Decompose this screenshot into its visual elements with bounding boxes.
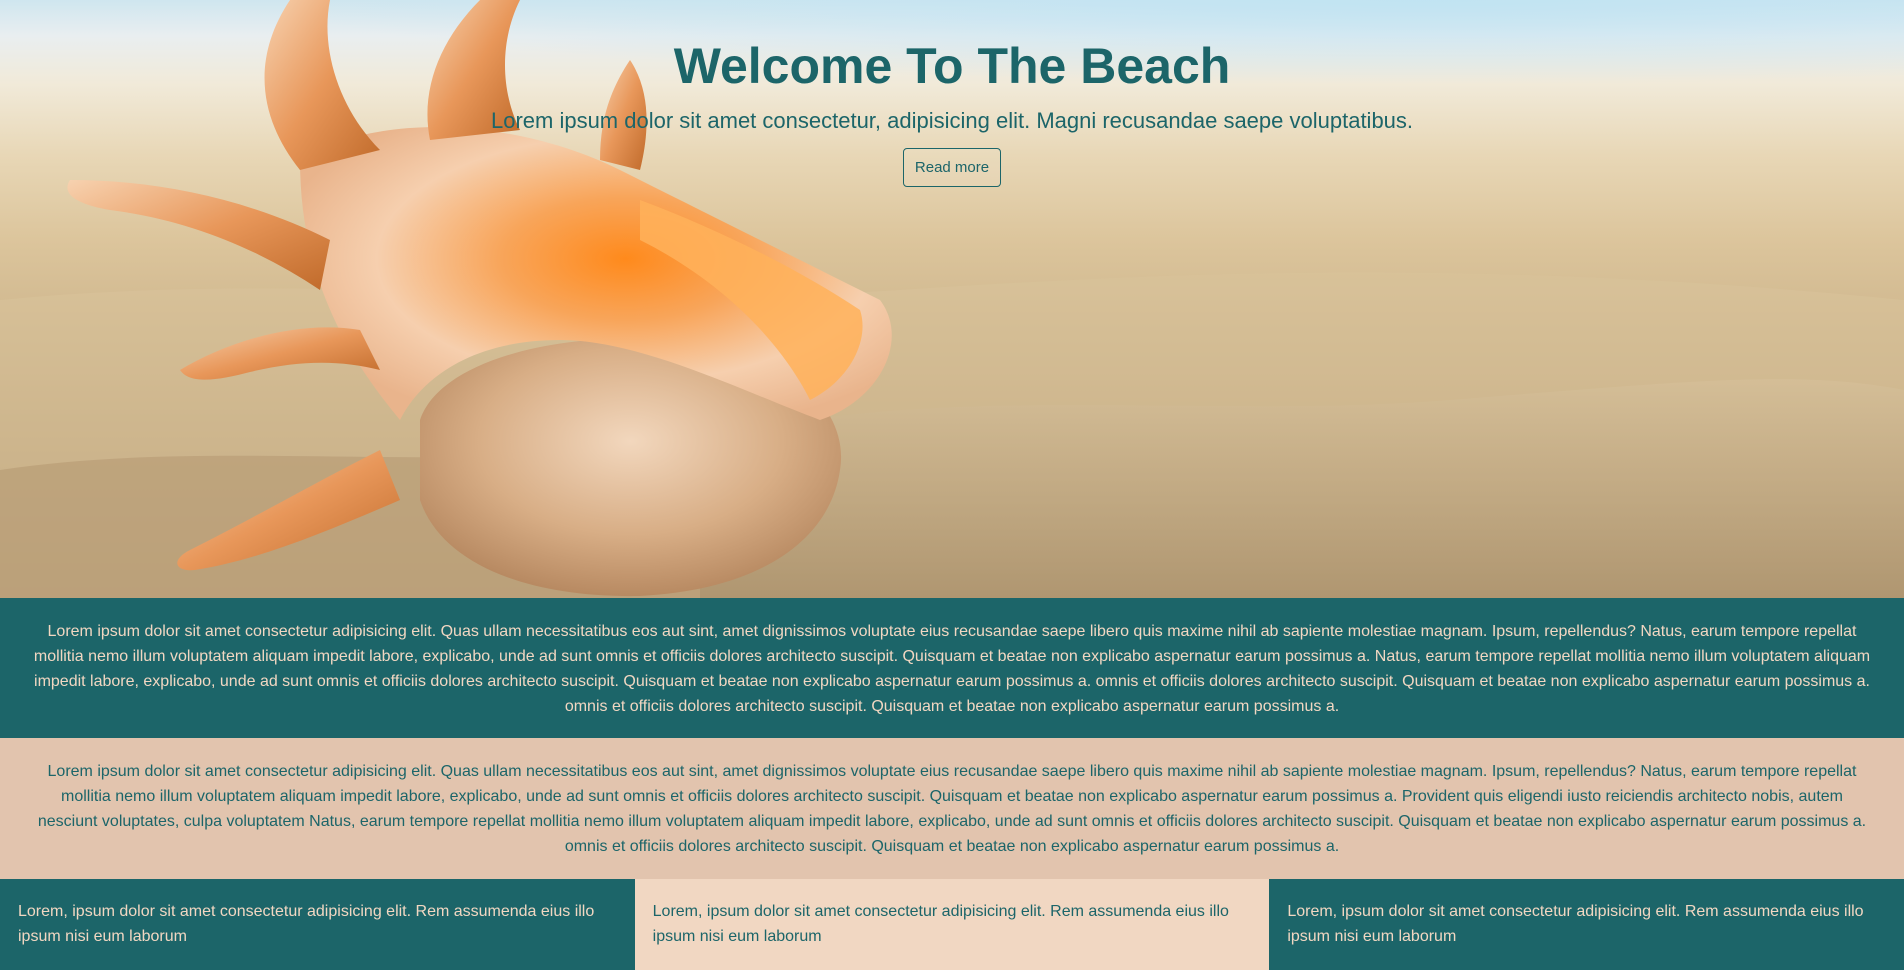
read-more-button[interactable]: Read more [902, 148, 1002, 187]
hero-content: Welcome To The Beach Lorem ipsum dolor s… [0, 36, 1904, 187]
feature-column-1: Lorem, ipsum dolor sit amet consectetur … [0, 879, 635, 970]
feature-column-text: Lorem, ipsum dolor sit amet consectetur … [1287, 903, 1864, 945]
feature-column-2: Lorem, ipsum dolor sit amet consectetur … [634, 879, 1270, 970]
intro-text: Lorem ipsum dolor sit amet consectetur a… [33, 623, 1871, 715]
intro-section-teal: Lorem ipsum dolor sit amet consectetur a… [0, 598, 1904, 738]
intro-section-sand: Lorem ipsum dolor sit amet consectetur a… [0, 738, 1904, 879]
feature-column-text: Lorem, ipsum dolor sit amet consectetur … [652, 903, 1229, 945]
feature-column-text: Lorem, ipsum dolor sit amet consectetur … [18, 903, 595, 945]
hero-title: Welcome To The Beach [673, 38, 1231, 94]
hero-banner: Welcome To The Beach Lorem ipsum dolor s… [0, 0, 1904, 598]
page: Welcome To The Beach Lorem ipsum dolor s… [0, 0, 1904, 970]
feature-column-3: Lorem, ipsum dolor sit amet consectetur … [1269, 879, 1904, 970]
feature-columns: Lorem, ipsum dolor sit amet consectetur … [0, 879, 1904, 970]
hero-subtitle: Lorem ipsum dolor sit amet consectetur, … [490, 108, 1414, 133]
secondary-text: Lorem ipsum dolor sit amet consectetur a… [37, 763, 1867, 855]
